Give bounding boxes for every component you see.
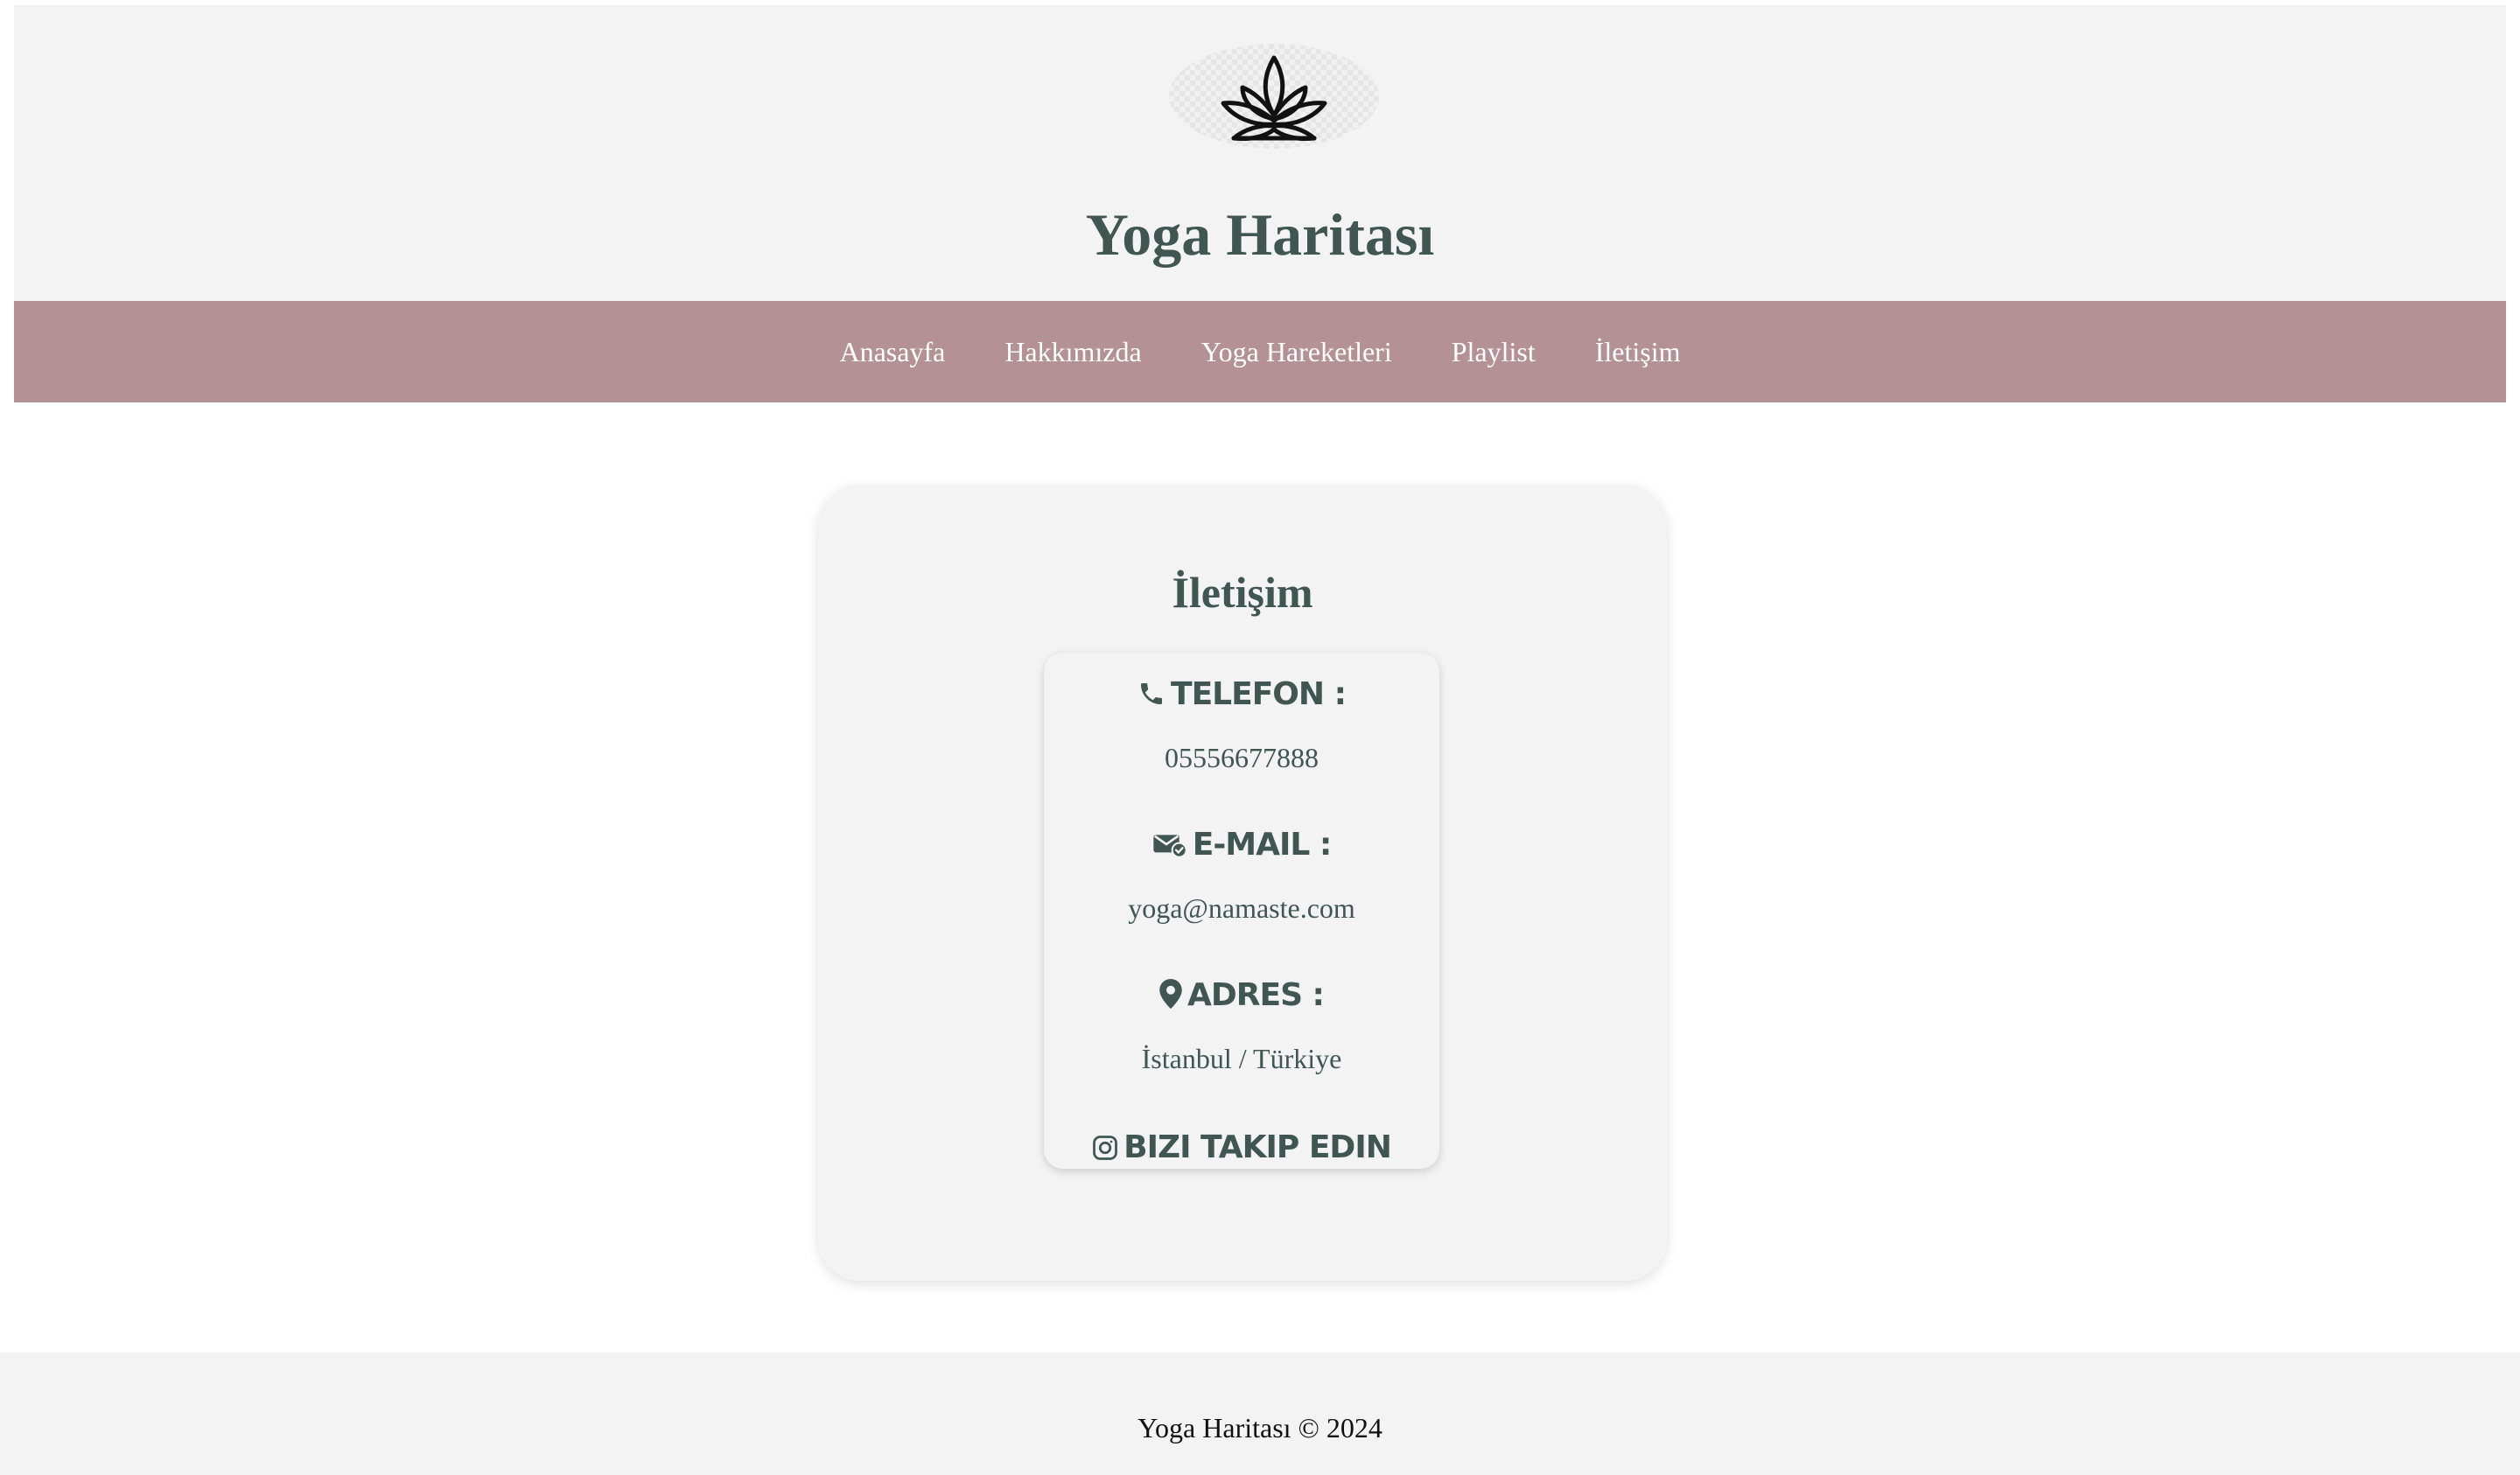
email-value[interactable]: yoga@namaste.com xyxy=(1044,891,1439,926)
main-nav: Anasayfa Hakkımızda Yoga Hareketleri Pla… xyxy=(14,301,2506,402)
instagram-icon xyxy=(1093,1136,1118,1160)
lotus-icon xyxy=(1221,55,1327,141)
contact-card: İletişim TELEFON : 05556677888 E-MAIL : … xyxy=(818,485,1667,1281)
site-logo[interactable] xyxy=(1169,44,1379,149)
phone-label: TELEFON : xyxy=(1044,675,1439,714)
page: Yoga Haritası Anasayfa Hakkımızda Yoga H… xyxy=(0,0,2520,1475)
address-label-text: ADRES : xyxy=(1187,977,1325,1013)
footer-copyright: Yoga Haritası © 2024 xyxy=(1138,1412,1382,1444)
phone-value: 05556677888 xyxy=(1165,742,1319,773)
envelope-check-icon xyxy=(1153,835,1187,858)
follow-us-link[interactable]: BIZI TAKIP EDIN xyxy=(1044,1129,1439,1167)
site-header: Yoga Haritası xyxy=(14,5,2506,301)
nav-item-anasayfa[interactable]: Anasayfa xyxy=(839,336,945,368)
site-footer: Yoga Haritası © 2024 xyxy=(0,1353,2520,1475)
nav-item-yoga-hareketleri[interactable]: Yoga Hareketleri xyxy=(1201,336,1392,368)
phone-label-text: TELEFON : xyxy=(1171,676,1347,712)
email-label-text: E-MAIL : xyxy=(1192,827,1332,863)
map-pin-icon xyxy=(1159,979,1182,1009)
follow-us-label: BIZI TAKIP EDIN xyxy=(1124,1129,1392,1165)
email-label: E-MAIL : xyxy=(1044,826,1439,864)
nav-item-iletisim[interactable]: İletişim xyxy=(1595,336,1681,368)
contact-info-box: TELEFON : 05556677888 E-MAIL : yoga@nama… xyxy=(1044,653,1439,1169)
site-title: Yoga Haritası xyxy=(1085,201,1435,268)
nav-item-hakkimizda[interactable]: Hakkımızda xyxy=(1004,336,1141,368)
nav-item-playlist[interactable]: Playlist xyxy=(1452,336,1536,368)
contact-title: İletişim xyxy=(1172,568,1313,617)
phone-icon xyxy=(1141,683,1163,704)
address-label: ADRES : xyxy=(1044,976,1439,1015)
address-value: İstanbul / Türkiye xyxy=(1141,1043,1342,1074)
